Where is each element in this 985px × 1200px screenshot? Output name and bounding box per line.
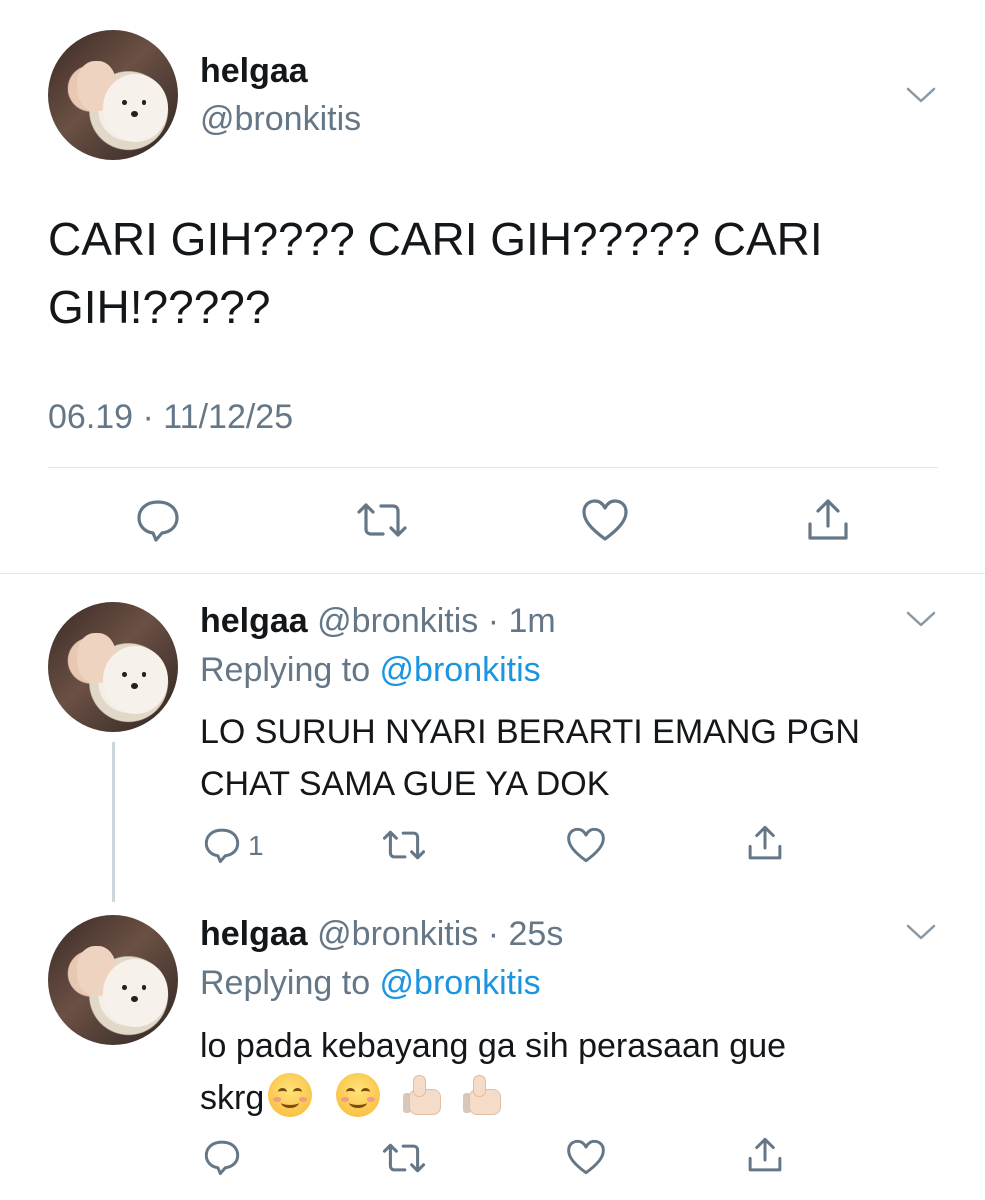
retweet-icon[interactable] [355,500,409,540]
tweet-text-line: lo pada kebayang ga sih perasaan gue [200,1027,787,1065]
share-icon[interactable] [746,1135,784,1175]
tweet-text: CARI GIH???? CARI GIH????? CARI GIH!????… [48,205,823,341]
replying-to: Replying to @bronkitis [200,651,541,690]
smiling-face-emoji [335,1073,380,1117]
thumbs-up-emoji [401,1073,445,1117]
replying-to-link[interactable]: @bronkitis [380,651,541,689]
avatar[interactable] [48,30,178,160]
retweet-icon[interactable] [381,1141,427,1175]
like-icon[interactable] [580,497,630,543]
replying-to: Replying to @bronkitis [200,964,541,1003]
tweet-timestamp[interactable]: 06.19 · 11/12/25 [48,398,293,437]
tweet-text-line: CHAT SAMA GUE YA DOK [200,765,610,803]
smiling-face-emoji [268,1073,313,1117]
reply-count: 1 [248,830,264,861]
tweet-header: helgaa @bronkitis · 1m [200,602,556,641]
retweet-icon[interactable] [381,828,427,862]
reply-icon[interactable] [202,826,242,864]
share-icon[interactable] [746,823,784,863]
tweet-text-line-2: skrg [200,1072,786,1124]
display-name[interactable]: helgaa [200,915,308,953]
user-handle[interactable]: @bronkitis [317,915,478,953]
thread-line [112,742,115,902]
thumbs-up-emoji [461,1073,505,1117]
tweet-text-line: CARI GIH???? CARI GIH????? CARI [48,213,823,265]
divider [48,467,938,468]
tweet-header: helgaa @bronkitis · 25s [200,915,563,954]
tweet-text-fragment: skrg [200,1079,265,1117]
like-icon[interactable] [565,826,607,864]
avatar[interactable] [48,602,178,732]
reply-icon[interactable] [202,1138,242,1176]
tweet-time[interactable]: 1m [509,602,556,640]
tweet-text-line: GIH!????? [48,281,271,333]
replying-to-link[interactable]: @bronkitis [380,964,541,1002]
separator: · [478,915,509,953]
user-handle[interactable]: @bronkitis [317,602,478,640]
avatar[interactable] [48,915,178,1045]
share-icon[interactable] [805,496,851,544]
display-name[interactable]: helgaa [200,602,308,640]
tweet-text: lo pada kebayang ga sih perasaan gue skr… [200,1020,786,1124]
section-divider [0,573,985,574]
like-icon[interactable] [565,1138,607,1176]
replying-prefix: Replying to [200,964,380,1002]
separator: · [478,602,509,640]
tweet-text: LO SURUH NYARI BERARTI EMANG PGN CHAT SA… [200,706,860,810]
tweet-text-line: LO SURUH NYARI BERARTI EMANG PGN [200,713,860,751]
display-name[interactable]: helgaa [200,52,308,91]
chevron-down-icon[interactable] [905,610,937,628]
chevron-down-icon[interactable] [905,923,937,941]
tweet-time[interactable]: 25s [509,915,564,953]
replying-prefix: Replying to [200,651,380,689]
chevron-down-icon[interactable] [905,86,937,104]
user-handle[interactable]: @bronkitis [200,100,361,139]
reply-icon[interactable] [134,497,182,543]
